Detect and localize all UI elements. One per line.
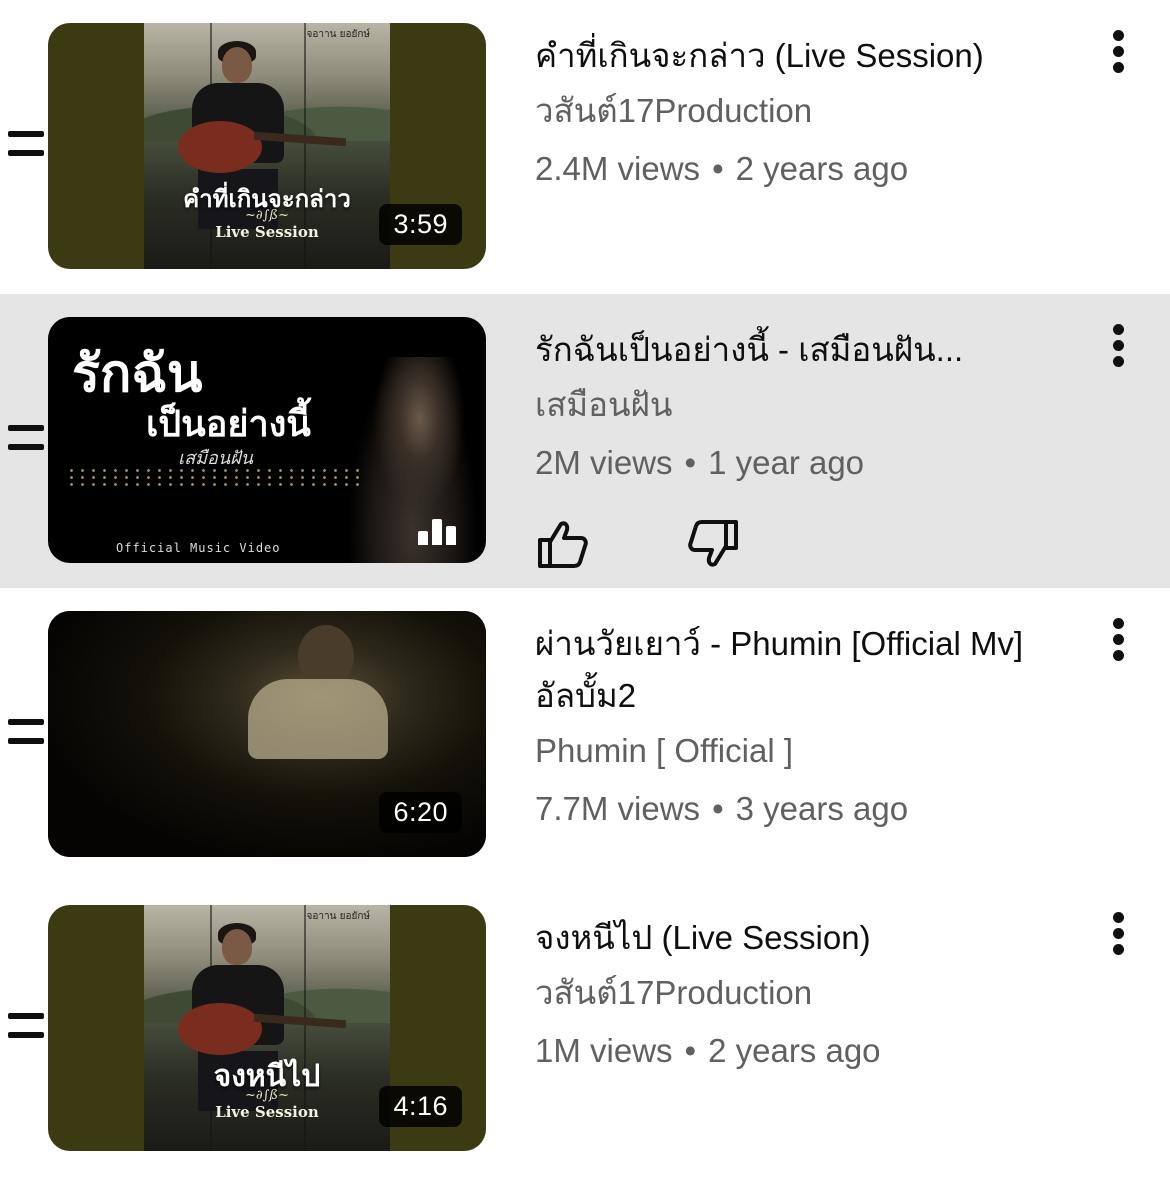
thumbnail-brand: จอาาน ยอยักษ์ (306, 911, 370, 922)
video-title[interactable]: รักฉันเป็นอย่างนี้ - เสมือนฝัน... (535, 324, 1095, 376)
video-info[interactable]: คำที่เกินจะกล่าว (Live Session) วสันต์17… (535, 30, 1095, 198)
separator-dot: • (712, 150, 724, 187)
duration-badge: 4:16 (379, 1086, 462, 1127)
channel-name: เสมือนฝัน (535, 386, 673, 423)
view-count: 1M views (535, 1032, 673, 1069)
thumbnail-subtitle: Official Music Video (116, 541, 281, 555)
upload-age: 3 years ago (735, 790, 909, 827)
more-options-icon[interactable] (1103, 324, 1135, 368)
video-thumbnail[interactable]: รักฉัน เป็นอย่างนี้ เสมือนฝัน Official M… (48, 317, 486, 563)
more-options-icon[interactable] (1103, 912, 1135, 956)
playlist-item[interactable]: 6:20 ผ่านวัยเยาว์ - Phumin [Official Mv]… (0, 588, 1170, 882)
video-title[interactable]: ผ่านวัยเยาว์ - Phumin [Official Mv] อัลบ… (535, 618, 1095, 722)
thumbnail-image: จอาาน ยอยักษ์ คำที่เกินจะกล่าว ~∂∫ß~ Liv… (144, 23, 390, 269)
upload-age: 1 year ago (708, 444, 865, 481)
thumbs-down-icon[interactable] (685, 516, 741, 572)
separator-dot: • (684, 444, 697, 481)
video-info[interactable]: ผ่านวัยเยาว์ - Phumin [Official Mv] อัลบ… (535, 618, 1095, 838)
drag-handle-icon[interactable] (4, 425, 44, 453)
playlist-item-playing[interactable]: รักฉัน เป็นอย่างนี้ เสมือนฝัน Official M… (0, 294, 1170, 588)
video-title[interactable]: คำที่เกินจะกล่าว (Live Session) (535, 30, 1095, 82)
video-title[interactable]: จงหนีไป (Live Session) (535, 912, 1095, 964)
upload-age: 2 years ago (735, 150, 909, 187)
playlist-item[interactable]: จอาาน ยอยักษ์ คำที่เกินจะกล่าว ~∂∫ß~ Liv… (0, 0, 1170, 294)
thumbnail-artist: เสมือนฝัน (178, 448, 253, 469)
playlist-item[interactable]: จอาาน ยอยักษ์ จงหนีไป ~∂∫ß~ Live Session… (0, 882, 1170, 1176)
video-thumbnail[interactable]: จอาาน ยอยักษ์ จงหนีไป ~∂∫ß~ Live Session… (48, 905, 486, 1151)
channel-name: วสันต์17Production (535, 92, 813, 129)
equalizer-icon (418, 517, 458, 545)
video-stats: 7.7M views • 3 years ago (535, 780, 1095, 838)
video-stats: 1M views • 2 years ago (535, 1022, 1095, 1080)
channel-name: วสันต์17Production (535, 974, 813, 1011)
thumbnail-image (348, 357, 478, 563)
signature-logo: ~∂∫ß~ (245, 1088, 289, 1103)
thumbnail-subtitle: Live Session (215, 1103, 319, 1121)
channel-name: Phumin [ Official ] (535, 732, 793, 769)
more-options-icon[interactable] (1103, 618, 1135, 662)
separator-dot: • (684, 1032, 697, 1069)
signature-logo: ~∂∫ß~ (245, 208, 289, 223)
duration-badge: 6:20 (379, 792, 462, 833)
view-count: 2M views (535, 444, 673, 481)
view-count: 7.7M views (535, 790, 701, 827)
video-stats: 2.4M views • 2 years ago (535, 140, 1095, 198)
video-thumbnail[interactable]: 6:20 (48, 611, 486, 857)
separator-dot: • (712, 790, 724, 827)
thumbs-up-icon[interactable] (535, 516, 591, 572)
more-options-icon[interactable] (1103, 30, 1135, 74)
drag-handle-icon[interactable] (4, 719, 44, 747)
video-info[interactable]: จงหนีไป (Live Session) วสันต์17Productio… (535, 912, 1095, 1080)
video-stats: 2M views • 1 year ago (535, 434, 1095, 492)
thumbnail-brand: จอาาน ยอยักษ์ (306, 29, 370, 40)
thumbnail-image: จอาาน ยอยักษ์ จงหนีไป ~∂∫ß~ Live Session (144, 905, 390, 1151)
thumbnail-subtitle: Live Session (215, 223, 319, 241)
drag-handle-icon[interactable] (4, 1013, 44, 1041)
video-info[interactable]: รักฉันเป็นอย่างนี้ - เสมือนฝัน... เสมือน… (535, 324, 1095, 492)
video-thumbnail[interactable]: จอาาน ยอยักษ์ คำที่เกินจะกล่าว ~∂∫ß~ Liv… (48, 23, 486, 269)
drag-handle-icon[interactable] (4, 131, 44, 159)
video-title-line1: ผ่านวัยเยาว์ - Phumin [Official Mv] (535, 625, 1024, 662)
duration-badge: 3:59 (379, 204, 462, 245)
rating-actions (535, 516, 755, 572)
view-count: 2.4M views (535, 150, 701, 187)
video-title-line2: อัลบั้ม2 (535, 677, 637, 714)
upload-age: 2 years ago (708, 1032, 881, 1069)
